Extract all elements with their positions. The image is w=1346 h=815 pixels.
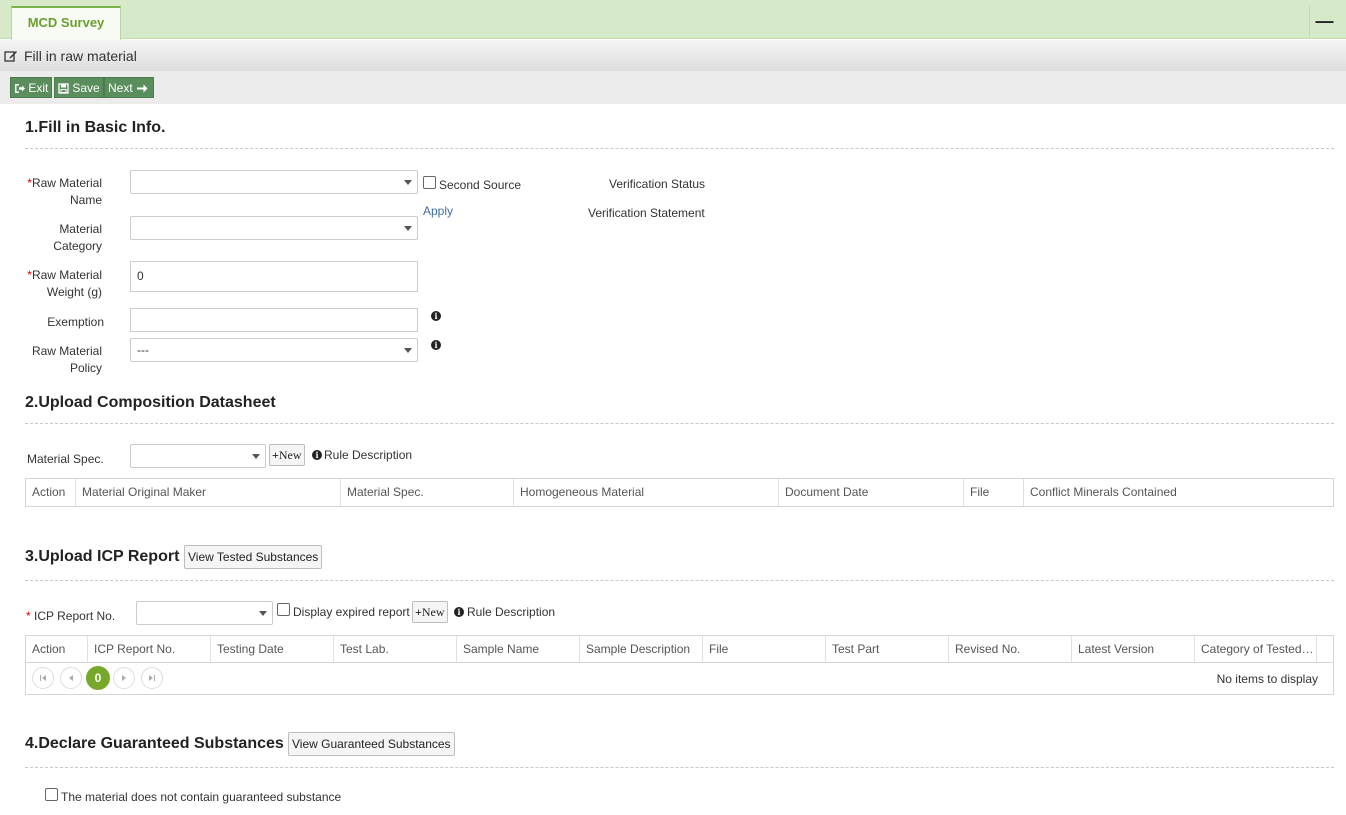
next-label: Next: [108, 81, 133, 95]
apply-link[interactable]: Apply: [423, 204, 453, 218]
save-label: Save: [72, 81, 100, 95]
second-source-checkbox[interactable]: [423, 176, 436, 189]
tab-bar: MCD Survey —: [0, 0, 1346, 40]
no-items-text: No items to display: [1216, 672, 1318, 686]
column-header[interactable]: Category of Tested Substances: [1195, 636, 1317, 663]
exemption-label: Exemption: [47, 315, 104, 329]
view-tested-substances-button[interactable]: View Tested Substances: [184, 545, 323, 569]
verification-status-label: Verification Status: [609, 177, 706, 191]
rule-description-link[interactable]: Rule Description: [324, 448, 412, 462]
raw-material-weight-label: *Raw Material Weight (g): [27, 268, 102, 299]
no-guaranteed-substance-checkbox[interactable]: [45, 788, 58, 801]
sign-out-icon: [15, 84, 25, 93]
column-header[interactable]: Sample Name: [457, 636, 580, 663]
page-header: Fill in raw material: [0, 40, 1346, 71]
chevron-down-icon: [259, 611, 267, 616]
exit-button[interactable]: Exit: [10, 77, 53, 98]
column-header[interactable]: Testing Date: [211, 636, 334, 663]
column-header[interactable]: Conflict Minerals Contained: [1024, 479, 1333, 506]
raw-material-name-label: *Raw Material Name: [27, 176, 102, 207]
column-header[interactable]: Material Spec.: [341, 479, 514, 506]
column-header[interactable]: Homogeneous Material: [514, 479, 779, 506]
save-button[interactable]: Save: [54, 77, 104, 98]
material-spec-label: Material Spec.: [27, 452, 104, 466]
pager-last-button[interactable]: [141, 667, 163, 689]
floppy-disk-icon: [58, 83, 69, 94]
chevron-down-icon: [404, 348, 412, 353]
exemption-input[interactable]: [130, 308, 418, 332]
section-icp-title: 3.Upload ICP Report: [25, 548, 180, 565]
column-header[interactable]: Document Date: [779, 479, 964, 506]
column-header[interactable]: Action: [26, 636, 88, 663]
no-guaranteed-substance-label: The material does not contain guaranteed…: [61, 790, 342, 804]
pager-next-button[interactable]: [113, 667, 135, 689]
chevron-down-icon: [404, 180, 412, 185]
column-header[interactable]: Test Lab.: [334, 636, 457, 663]
icp-report-label: * ICP Report No.: [26, 609, 116, 623]
next-button[interactable]: Next: [104, 77, 154, 98]
material-spec-select[interactable]: [130, 444, 266, 468]
display-expired-label: Display expired report: [293, 605, 410, 619]
arrow-right-icon: [137, 84, 148, 93]
divider: [25, 148, 1334, 149]
raw-material-policy-select[interactable]: ---: [130, 338, 418, 362]
view-guaranteed-substances-button[interactable]: View Guaranteed Substances: [288, 732, 455, 756]
minimize-button[interactable]: —: [1309, 6, 1339, 38]
info-icon: i: [454, 607, 464, 617]
chevron-down-icon: [252, 454, 260, 459]
divider: [25, 767, 1334, 768]
icp-report-select[interactable]: [136, 601, 273, 625]
divider: [25, 423, 1334, 424]
rule-description-link[interactable]: Rule Description: [467, 605, 555, 619]
pager-first-button[interactable]: [32, 667, 54, 689]
divider: [25, 580, 1334, 581]
new-material-spec-button[interactable]: +New: [269, 444, 305, 466]
column-header[interactable]: Test Part: [826, 636, 949, 663]
verification-statement-label: Verification Statement: [588, 206, 705, 220]
raw-material-weight-input[interactable]: 0: [130, 261, 418, 292]
toolbar: Exit Save Next: [0, 71, 1346, 104]
column-header[interactable]: File: [964, 479, 1024, 506]
raw-material-name-select[interactable]: [130, 170, 418, 194]
column-header[interactable]: File: [703, 636, 826, 663]
edit-icon: [4, 51, 17, 62]
column-header[interactable]: Material Original Maker: [76, 479, 341, 506]
last-page-icon: [149, 675, 155, 681]
next-page-icon: [122, 675, 126, 681]
second-source-label: Second Source: [439, 178, 522, 192]
policy-value: ---: [137, 343, 149, 357]
column-header[interactable]: ICP Report No.: [88, 636, 211, 663]
section-basic-info-title: 1.Fill in Basic Info.: [25, 119, 166, 136]
material-category-label: Material Category: [53, 222, 102, 253]
icp-report-table: Action ICP Report No. Testing Date Test …: [25, 635, 1334, 695]
pager-current-page[interactable]: 0: [86, 666, 110, 690]
exit-label: Exit: [28, 81, 49, 95]
column-header[interactable]: Revised No.: [949, 636, 1072, 663]
material-category-select[interactable]: [130, 216, 418, 240]
display-expired-checkbox[interactable]: [277, 603, 290, 616]
new-label: New: [278, 448, 302, 462]
new-label: New: [421, 605, 445, 619]
column-header[interactable]: Sample Description: [580, 636, 703, 663]
column-header[interactable]: Action: [26, 479, 76, 506]
new-icp-report-button[interactable]: +New: [412, 601, 448, 623]
section-composition-title: 2.Upload Composition Datasheet: [25, 394, 276, 411]
chevron-down-icon: [404, 226, 412, 231]
raw-material-policy-label: Raw Material Policy: [31, 344, 102, 375]
info-icon[interactable]: i: [431, 311, 441, 321]
column-header[interactable]: Latest Version: [1072, 636, 1195, 663]
first-page-icon: [40, 675, 46, 681]
info-icon[interactable]: i: [431, 340, 441, 350]
prev-page-icon: [69, 675, 73, 681]
info-icon: i: [312, 450, 322, 460]
table-header: Action ICP Report No. Testing Date Test …: [26, 636, 1333, 663]
composition-table: Action Material Original Maker Material …: [25, 478, 1334, 507]
pager-prev-button[interactable]: [60, 667, 82, 689]
tab-mcd-survey[interactable]: MCD Survey: [11, 6, 121, 40]
section-guaranteed-title: 4.Declare Guaranteed Substances: [25, 735, 284, 752]
page-title: Fill in raw material: [24, 48, 137, 64]
